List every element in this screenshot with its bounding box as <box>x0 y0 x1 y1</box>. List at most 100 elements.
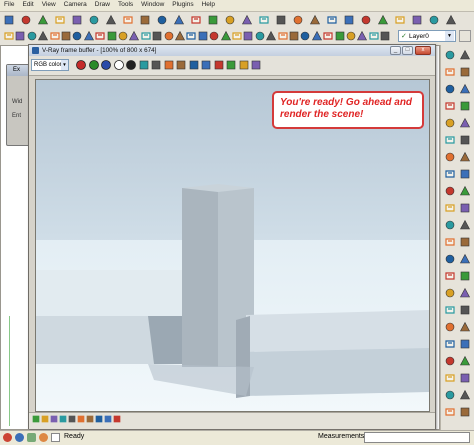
vray-bottom-tool-icon[interactable] <box>68 415 76 423</box>
new-icon[interactable] <box>3 14 15 26</box>
line-side-icon[interactable] <box>459 372 471 384</box>
extension-icon[interactable] <box>445 14 457 26</box>
orbit-side-icon[interactable] <box>444 236 456 248</box>
3dtext-side-icon[interactable] <box>459 219 471 231</box>
textured-icon[interactable] <box>360 14 372 26</box>
scale-icon[interactable] <box>163 30 175 42</box>
paint-side-icon[interactable] <box>444 355 456 367</box>
alpha-channel-icon[interactable] <box>113 59 125 71</box>
pushpull-icon[interactable] <box>128 30 140 42</box>
section-icon[interactable] <box>368 30 380 42</box>
next-side-icon[interactable] <box>444 287 456 299</box>
polygon-side-icon[interactable] <box>444 117 456 129</box>
wireframe-icon[interactable] <box>309 14 321 26</box>
look-around-icon[interactable] <box>356 30 368 42</box>
model-info-icon[interactable] <box>173 14 185 26</box>
arc-side-icon[interactable] <box>459 389 471 401</box>
paint-icon[interactable] <box>26 30 38 42</box>
look-around-side-icon[interactable] <box>459 304 471 316</box>
vray-bottom-tool-icon[interactable] <box>59 415 67 423</box>
select-icon[interactable] <box>3 30 15 42</box>
protractor-icon[interactable] <box>208 30 220 42</box>
front-view-icon[interactable] <box>224 14 236 26</box>
cut-icon[interactable] <box>54 14 66 26</box>
menu-view[interactable]: View <box>38 0 60 8</box>
vray-bottom-tool-icon[interactable] <box>77 415 85 423</box>
levels-icon[interactable] <box>250 59 262 71</box>
select-side-icon[interactable] <box>444 338 456 350</box>
axes-icon[interactable] <box>231 30 243 42</box>
zoom-side-icon[interactable] <box>444 253 456 265</box>
vray-bottom-tool-icon[interactable] <box>104 415 112 423</box>
render-last-icon[interactable] <box>213 59 225 71</box>
circle-side-icon[interactable] <box>444 389 456 401</box>
offset-side-icon[interactable] <box>459 168 471 180</box>
walk-side-icon[interactable] <box>444 304 456 316</box>
previous-icon[interactable] <box>311 30 323 42</box>
vray-bottom-tool-icon[interactable] <box>113 415 121 423</box>
house-icon[interactable] <box>394 14 406 26</box>
orbit-icon[interactable] <box>254 30 266 42</box>
circle-side-icon[interactable] <box>444 100 456 112</box>
eraser-side-icon[interactable] <box>459 66 471 78</box>
clear-icon[interactable] <box>163 59 175 71</box>
freehand-side-icon[interactable] <box>459 406 471 418</box>
monochrome-icon[interactable] <box>125 59 137 71</box>
copy-icon[interactable] <box>71 14 83 26</box>
lens-effects-icon[interactable] <box>225 59 237 71</box>
blue-channel-icon[interactable] <box>100 59 112 71</box>
shaded-icon[interactable] <box>343 14 355 26</box>
maximize-button[interactable]: □ <box>402 46 413 55</box>
arc-side-icon[interactable] <box>459 100 471 112</box>
eraser-icon[interactable] <box>37 30 49 42</box>
pan-side-icon[interactable] <box>459 236 471 248</box>
arc-icon[interactable] <box>83 30 95 42</box>
previous-side-icon[interactable] <box>459 270 471 282</box>
select-side-icon[interactable] <box>444 49 456 61</box>
tape-side-icon[interactable] <box>444 185 456 197</box>
zoom-icon[interactable] <box>277 30 289 42</box>
xray-icon[interactable] <box>292 14 304 26</box>
section-side-icon[interactable] <box>444 321 456 333</box>
followme-icon[interactable] <box>151 30 163 42</box>
rectangle-side-icon[interactable] <box>444 372 456 384</box>
menu-window[interactable]: Window <box>137 0 168 8</box>
tape-icon[interactable] <box>185 30 197 42</box>
position-camera-side-icon[interactable] <box>459 287 471 299</box>
left-view-icon[interactable] <box>275 14 287 26</box>
close-button[interactable]: x <box>415 46 431 55</box>
vray-bottom-tool-icon[interactable] <box>95 415 103 423</box>
paste-icon[interactable] <box>88 14 100 26</box>
position-camera-icon[interactable] <box>334 30 346 42</box>
measurements-field[interactable] <box>364 432 470 443</box>
eraser-side-icon[interactable] <box>459 355 471 367</box>
pan-icon[interactable] <box>265 30 277 42</box>
text-icon[interactable] <box>220 30 232 42</box>
layer-manager-button[interactable] <box>459 30 471 42</box>
polygon-side-icon[interactable] <box>444 406 456 418</box>
polygon-icon[interactable] <box>94 30 106 42</box>
pushpull-side-icon[interactable] <box>459 134 471 146</box>
vray-bottom-tool-icon[interactable] <box>41 415 49 423</box>
vray-bottom-tool-icon[interactable] <box>50 415 58 423</box>
print-icon[interactable] <box>156 14 168 26</box>
zoom-window-side-icon[interactable] <box>459 253 471 265</box>
menu-file[interactable]: File <box>0 0 18 8</box>
channel-select[interactable]: RGB color ▼ <box>31 59 69 71</box>
zoom-window-icon[interactable] <box>288 30 300 42</box>
text-side-icon[interactable] <box>459 202 471 214</box>
zoom-extents-side-icon[interactable] <box>444 270 456 282</box>
axes-side-icon[interactable] <box>444 219 456 231</box>
rotate-icon[interactable] <box>140 30 152 42</box>
circle-icon[interactable] <box>71 30 83 42</box>
red-channel-icon[interactable] <box>75 59 87 71</box>
render-region-icon[interactable] <box>188 59 200 71</box>
hidden-line-icon[interactable] <box>326 14 338 26</box>
menu-edit[interactable]: Edit <box>18 0 37 8</box>
component-side-icon[interactable] <box>459 338 471 350</box>
rectangle-icon[interactable] <box>49 30 61 42</box>
followme-side-icon[interactable] <box>459 151 471 163</box>
vray-bottom-tool-icon[interactable] <box>86 415 94 423</box>
erase-icon[interactable] <box>105 14 117 26</box>
component-side-icon[interactable] <box>459 49 471 61</box>
